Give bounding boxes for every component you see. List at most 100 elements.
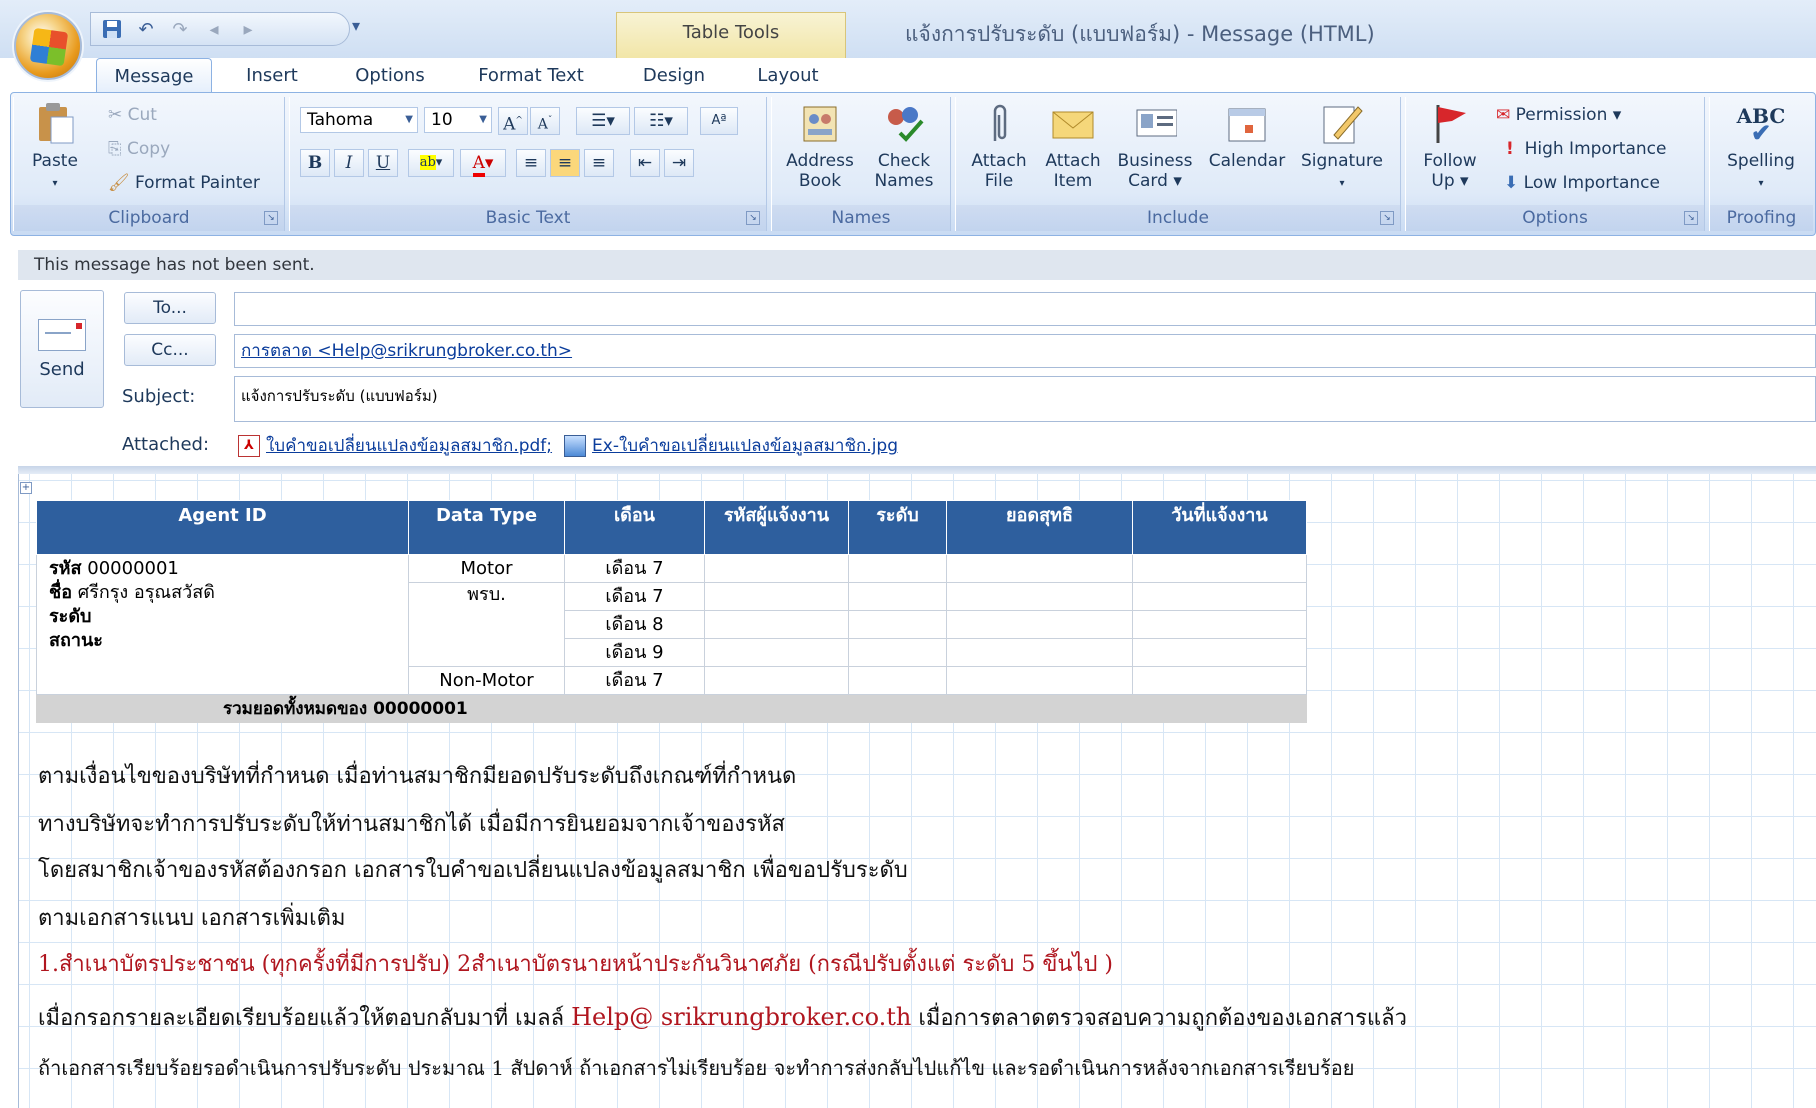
cc-field[interactable]: การตลาด <Help@srikrungbroker.co.th> [234,334,1816,368]
basic-text-group: Tahoma ▼ 10 ▼ A^ Aˇ ☰▾ ☷▾ Aª B I U ab▾ A▾ … [289,97,767,231]
tab-design[interactable]: Design [630,58,718,94]
grow-font-button[interactable]: A^ [498,107,528,135]
previous-item-icon[interactable]: ◂ [203,18,225,40]
table-cell[interactable] [704,638,849,667]
to-field[interactable] [234,292,1816,326]
decrease-indent-button[interactable]: ⇤ [630,149,660,177]
table-cell[interactable] [704,666,849,695]
permission-button[interactable]: ✉ Permission ▾ [1496,101,1621,129]
cut-button[interactable]: ✂ Cut [108,101,157,129]
underline-button[interactable]: U [368,149,398,177]
italic-button[interactable]: I [334,149,364,177]
table-cell[interactable] [946,610,1133,639]
type-cell[interactable]: Non-Motor [408,666,565,695]
table-cell[interactable] [704,610,849,639]
table-cell[interactable] [848,582,947,611]
bold-button[interactable]: B [300,149,330,177]
spelling-button[interactable]: ABC ✔ Spelling ▾ [1714,101,1808,194]
font-size-combo[interactable]: 10 ▼ [424,107,492,133]
table-cell[interactable] [848,554,947,583]
table-cell[interactable] [1132,638,1307,667]
subject-field[interactable]: แจ้งการปรับระดับ (แบบฟอร์ม) [234,376,1816,422]
cc-recipient[interactable]: การตลาด <Help@srikrungbroker.co.th> [241,341,572,361]
redo-icon[interactable]: ↷ [169,18,191,40]
tab-layout[interactable]: Layout [744,58,832,94]
month-cell[interactable]: เดือน 8 [564,610,705,639]
align-left-button[interactable]: ≡ [516,149,546,177]
table-cell[interactable] [946,666,1133,695]
cc-button[interactable]: Cc... [124,334,216,366]
attach-item-button[interactable]: Attach Item [1040,101,1106,191]
font-name-combo[interactable]: Tahoma ▼ [300,107,418,133]
month-cell[interactable]: เดือน 7 [564,666,705,695]
body-paragraph: โดยสมาชิกเจ้าของรหัสต้องกรอก เอกสารใบคำข… [38,858,908,883]
check-names-button[interactable]: Check Names [864,101,944,191]
increase-indent-button[interactable]: ⇥ [664,149,694,177]
agent-name-label: ชื่อ [49,582,73,603]
dialog-launcher-icon[interactable]: ↘ [264,211,278,225]
table-cell[interactable] [1132,610,1307,639]
table-cell[interactable] [704,582,849,611]
office-button[interactable] [14,12,82,80]
table-cell[interactable] [848,666,947,695]
table-cell[interactable] [946,582,1133,611]
numbering-button[interactable]: ☷▾ [634,107,688,135]
table-cell[interactable] [1132,554,1307,583]
send-button[interactable]: Send [20,290,104,408]
save-icon[interactable] [101,18,123,40]
attachment-jpg[interactable]: Ex-ใบคำขอเปลี่ยนแปลงข้อมูลสมาชิก.jpg [592,432,898,459]
table-move-handle-icon[interactable]: + [20,482,32,494]
business-card-button[interactable]: Business Card ▾ [1112,101,1198,191]
agent-table[interactable]: Agent ID Data Type เดือน รหัสผู้แจ้งงาน … [36,500,1307,723]
to-button[interactable]: To... [124,292,216,324]
send-envelope-icon [38,319,86,351]
attachment-pdf[interactable]: ใบคำขอเปลี่ยนแปลงข้อมูลสมาชิก.pdf; [266,432,552,459]
customize-qat-icon[interactable]: ▾ [352,16,360,35]
table-cell[interactable] [1132,666,1307,695]
dialog-launcher-icon[interactable]: ↘ [1380,211,1394,225]
table-cell[interactable] [848,610,947,639]
type-cell[interactable]: พรบ. [408,582,565,667]
paste-button[interactable]: Paste ▾ [24,101,86,194]
signature-button[interactable]: Signature ▾ [1296,101,1388,194]
low-importance-button[interactable]: ⬇ Low Importance [1504,169,1660,197]
month-cell[interactable]: เดือน 7 [564,582,705,611]
undo-icon[interactable]: ↶ [135,18,157,40]
align-center-button[interactable]: ≡ [550,149,580,177]
tab-format-text[interactable]: Format Text [462,58,600,94]
calendar-button[interactable]: Calendar [1202,101,1292,171]
dialog-launcher-icon[interactable]: ↘ [1684,211,1698,225]
column-header: Data Type [408,500,565,555]
total-cell[interactable]: รวมยอดทั้งหมดของ 00000001 [36,694,1307,723]
column-header: ระดับ [848,500,947,555]
tab-insert[interactable]: Insert [232,58,312,94]
tab-options[interactable]: Options [340,58,440,94]
table-cell[interactable] [946,638,1133,667]
agent-name-line: ชื่อ ศรีกรุง อรุณสวัสดิ [49,581,396,605]
attach-file-button[interactable]: Attach File [964,101,1034,191]
highlight-button[interactable]: ab▾ [408,149,454,177]
email-address[interactable]: Help@ srikrungbroker.co.th [571,1003,911,1031]
next-item-icon[interactable]: ▸ [237,18,259,40]
format-painter-button[interactable]: 🖌 Format Painter [108,169,260,197]
table-cell[interactable] [704,554,849,583]
font-color-button[interactable]: A▾ [460,149,506,177]
tab-message[interactable]: Message [96,58,212,94]
high-importance-button[interactable]: ! High Importance [1506,135,1666,163]
month-cell[interactable]: เดือน 9 [564,638,705,667]
styles-button[interactable]: Aª [700,107,738,135]
bullets-button[interactable]: ☰▾ [576,107,630,135]
copy-button[interactable]: ⎘ Copy [108,135,170,163]
column-header: รหัสผู้แจ้งงาน [704,500,849,555]
table-cell[interactable] [946,554,1133,583]
shrink-font-button[interactable]: Aˇ [530,107,560,135]
table-cell[interactable] [848,638,947,667]
table-cell[interactable] [1132,582,1307,611]
agent-info-cell[interactable]: รหัส 00000001 ชื่อ ศรีกรุง อรุณสวัสดิ ระ… [36,554,409,695]
type-cell[interactable]: Motor [408,554,565,583]
address-book-button[interactable]: Address Book [782,101,858,191]
dialog-launcher-icon[interactable]: ↘ [746,211,760,225]
align-right-button[interactable]: ≡ [584,149,614,177]
follow-up-button[interactable]: Follow Up ▾ [1412,101,1488,191]
month-cell[interactable]: เดือน 7 [564,554,705,583]
